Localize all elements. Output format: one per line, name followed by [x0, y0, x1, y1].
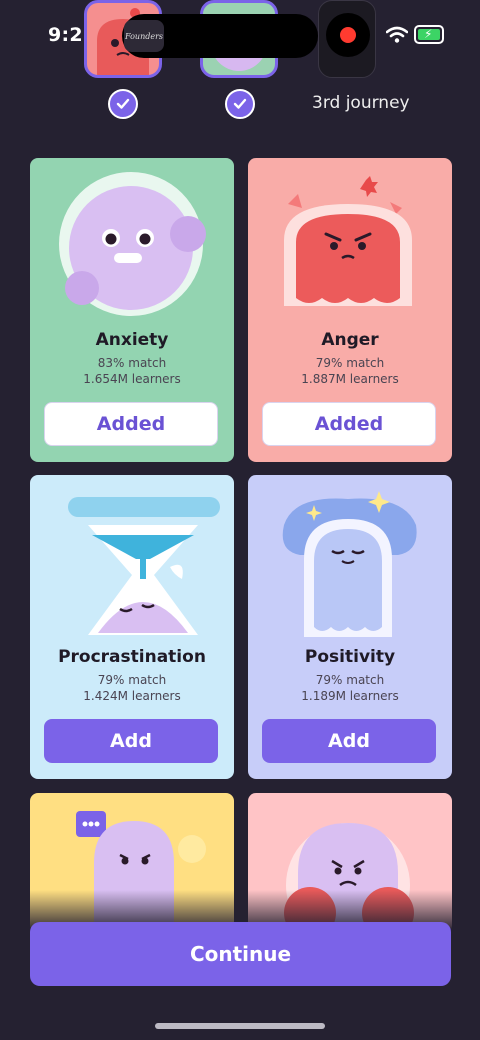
card-title: Positivity — [304, 647, 396, 667]
card-positivity[interactable]: Positivity 79% match 1.189M learners Add — [248, 475, 452, 779]
home-indicator[interactable] — [155, 1023, 325, 1029]
match-percentage: 79% match — [315, 673, 385, 687]
card-anxiety[interactable]: Anxiety 83% match 1.654M learners Added — [30, 158, 234, 462]
positivity-character-icon — [282, 491, 417, 637]
battery-icon: ⚡ — [414, 25, 444, 44]
screen-recording-indicator[interactable] — [318, 0, 376, 78]
hourglass-character-icon — [68, 497, 220, 635]
anger-character-icon — [284, 176, 412, 306]
charging-bolt-icon: ⚡ — [424, 27, 433, 41]
anxiety-character-icon — [59, 172, 206, 316]
card-title: Anger — [321, 330, 379, 350]
match-percentage: 79% match — [97, 673, 167, 687]
learners-count: 1.887M learners — [301, 372, 399, 386]
card-anger[interactable]: Anger 79% match 1.887M learners Added — [248, 158, 452, 462]
third-journey-label: 3rd journey — [312, 93, 410, 113]
continue-button[interactable]: Continue — [30, 922, 451, 986]
added-button[interactable]: Added — [44, 402, 218, 446]
wifi-icon — [386, 26, 408, 43]
card-title: Anxiety — [95, 330, 169, 350]
add-button[interactable]: Add — [44, 719, 218, 763]
founders-thumbnail: Founders — [124, 20, 164, 52]
match-percentage: 83% match — [97, 356, 167, 370]
dynamic-island: Founders — [122, 14, 318, 58]
card-procrastination[interactable]: Procrastination 79% match 1.424M learner… — [30, 475, 234, 779]
add-button[interactable]: Add — [262, 719, 436, 763]
check-icon — [225, 89, 255, 119]
learners-count: 1.189M learners — [301, 689, 399, 703]
card-title: Procrastination — [58, 647, 206, 667]
added-button[interactable]: Added — [262, 402, 436, 446]
match-percentage: 79% match — [315, 356, 385, 370]
check-icon — [108, 89, 138, 119]
learners-count: 1.654M learners — [83, 372, 181, 386]
record-dot-icon — [340, 27, 356, 43]
learners-count: 1.424M learners — [83, 689, 181, 703]
